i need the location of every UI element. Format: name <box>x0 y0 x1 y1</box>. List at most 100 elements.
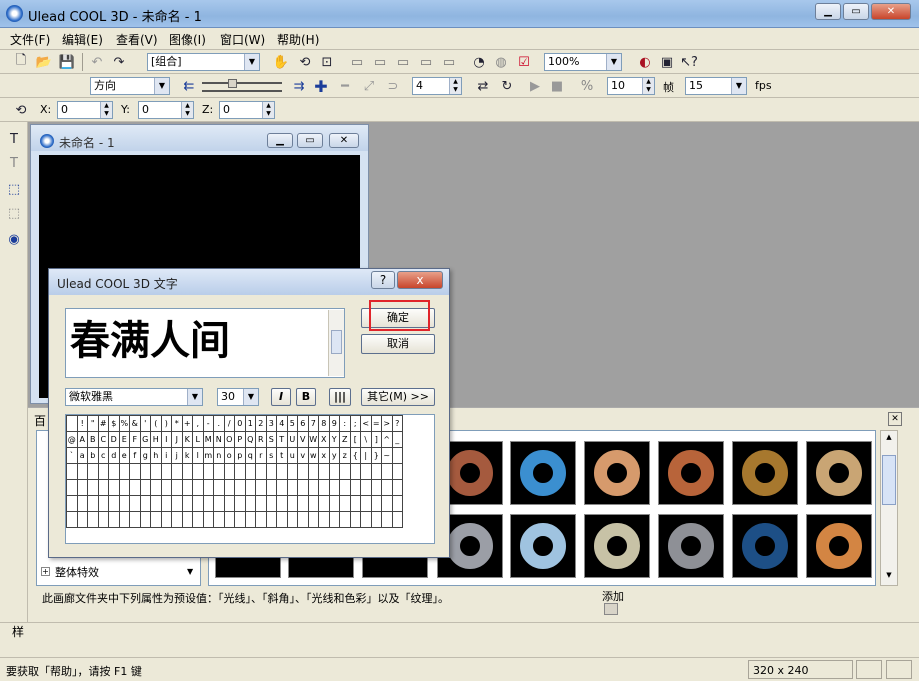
char-cell[interactable] <box>97 495 109 512</box>
zoom-select[interactable]: 100% ▼ <box>544 53 622 71</box>
char-cell[interactable]: r <box>255 447 267 464</box>
char-cell[interactable] <box>139 495 151 512</box>
char-cell[interactable]: - <box>202 415 214 432</box>
char-cell[interactable] <box>318 479 330 496</box>
char-cell[interactable]: K <box>181 431 193 448</box>
fps-select[interactable]: 15 ▼ <box>685 77 747 95</box>
tree-item-overall-effects[interactable]: 整体特效 <box>55 564 99 580</box>
spacing-button[interactable]: ||| <box>329 388 351 406</box>
char-cell[interactable] <box>118 511 130 528</box>
char-cell[interactable] <box>97 463 109 480</box>
char-cell[interactable]: > <box>381 415 393 432</box>
char-cell[interactable] <box>381 511 393 528</box>
char-cell[interactable] <box>360 495 372 512</box>
char-cell[interactable] <box>276 495 288 512</box>
char-cell[interactable]: m <box>202 447 214 464</box>
text-input-area[interactable]: 春满人间 <box>65 308 345 378</box>
text-scrollbar[interactable] <box>328 310 344 376</box>
char-cell[interactable] <box>129 463 141 480</box>
view-front-icon[interactable]: ▭ <box>348 53 366 71</box>
menu-file[interactable]: 文件(F) <box>10 31 50 48</box>
char-cell[interactable] <box>150 495 162 512</box>
char-cell[interactable]: Q <box>244 431 256 448</box>
char-cell[interactable] <box>213 511 225 528</box>
char-cell[interactable]: [ <box>349 431 361 448</box>
char-cell[interactable] <box>129 479 141 496</box>
char-cell[interactable] <box>265 495 277 512</box>
rewind-icon[interactable]: ⇇ <box>180 77 198 95</box>
char-cell[interactable] <box>202 511 214 528</box>
char-cell[interactable]: ^ <box>381 431 393 448</box>
char-cell[interactable] <box>370 495 382 512</box>
char-cell[interactable]: L <box>192 431 204 448</box>
char-cell[interactable]: p <box>234 447 246 464</box>
render-icon[interactable]: ◐ <box>636 53 654 71</box>
close-button[interactable]: ✕ <box>871 3 911 20</box>
char-cell[interactable] <box>171 495 183 512</box>
char-cell[interactable] <box>276 479 288 496</box>
thumbnail[interactable] <box>806 514 872 578</box>
char-cell[interactable] <box>328 511 340 528</box>
char-cell[interactable] <box>66 511 78 528</box>
thumbnail[interactable] <box>215 556 281 578</box>
char-cell[interactable] <box>349 511 361 528</box>
char-cell[interactable] <box>307 495 319 512</box>
char-cell[interactable] <box>76 479 88 496</box>
move-keyframe-icon[interactable]: ⤢ <box>360 77 378 95</box>
thumbnail[interactable] <box>584 514 650 578</box>
rotate-tool-icon[interactable]: ⟲ <box>296 53 314 71</box>
char-cell[interactable] <box>391 463 403 480</box>
char-cell[interactable] <box>160 463 172 480</box>
char-cell[interactable] <box>328 463 340 480</box>
char-cell[interactable] <box>213 495 225 512</box>
char-cell[interactable]: N <box>213 431 225 448</box>
minimize-button[interactable]: ▁ <box>815 3 841 20</box>
char-cell[interactable] <box>76 463 88 480</box>
doc-minimize-button[interactable]: ▁ <box>267 133 293 148</box>
doc-maximize-button[interactable]: ▭ <box>297 133 323 148</box>
char-cell[interactable] <box>171 463 183 480</box>
char-cell[interactable] <box>234 463 246 480</box>
char-cell[interactable]: V <box>297 431 309 448</box>
char-cell[interactable] <box>87 495 99 512</box>
char-cell[interactable] <box>160 511 172 528</box>
char-cell[interactable] <box>265 463 277 480</box>
char-cell[interactable]: < <box>360 415 372 432</box>
char-cell[interactable]: B <box>87 431 99 448</box>
bounding-box-icon[interactable]: ☑ <box>515 53 533 71</box>
direction-select[interactable]: 方向 ▼ <box>90 77 170 95</box>
char-cell[interactable]: ; <box>349 415 361 432</box>
help-pointer-icon[interactable]: ↖? <box>680 53 698 71</box>
char-cell[interactable] <box>286 511 298 528</box>
char-cell[interactable]: & <box>129 415 141 432</box>
object-select[interactable]: [组合] ▼ <box>147 53 260 71</box>
view-all-icon[interactable]: ▭ <box>440 53 458 71</box>
size-select[interactable]: 30 ▼ <box>217 388 259 406</box>
thumbnail[interactable] <box>658 514 724 578</box>
char-cell[interactable]: g <box>139 447 151 464</box>
char-cell[interactable] <box>118 479 130 496</box>
char-cell[interactable] <box>160 495 172 512</box>
view-top-icon[interactable]: ▭ <box>371 53 389 71</box>
char-cell[interactable] <box>150 511 162 528</box>
char-cell[interactable] <box>318 511 330 528</box>
thumbnail[interactable] <box>362 556 428 578</box>
char-cell[interactable] <box>339 463 351 480</box>
char-cell[interactable]: x <box>318 447 330 464</box>
char-cell[interactable]: ! <box>76 415 88 432</box>
frame-count[interactable]: 10 ▲ ▼ <box>607 77 655 95</box>
char-cell[interactable] <box>391 495 403 512</box>
char-cell[interactable] <box>255 479 267 496</box>
char-cell[interactable] <box>381 479 393 496</box>
char-cell[interactable]: D <box>108 431 120 448</box>
gallery-scrollbar[interactable]: ▲ ▼ <box>880 430 898 586</box>
frame-number[interactable]: 4 ▲ ▼ <box>412 77 462 95</box>
char-cell[interactable] <box>139 463 151 480</box>
x-input[interactable]: 0 ▲ ▼ <box>57 101 113 119</box>
char-cell[interactable]: E <box>118 431 130 448</box>
char-cell[interactable] <box>328 479 340 496</box>
char-cell[interactable]: J <box>171 431 183 448</box>
char-cell[interactable]: 0 <box>234 415 246 432</box>
char-cell[interactable] <box>244 463 256 480</box>
char-cell[interactable] <box>202 463 214 480</box>
